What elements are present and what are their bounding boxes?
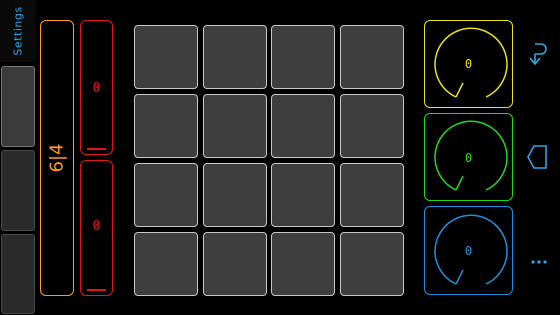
pad-15[interactable] xyxy=(271,232,335,296)
red-fader-bottom-level xyxy=(87,289,106,291)
sidebar-slot-2[interactable] xyxy=(1,150,35,231)
pad-16[interactable] xyxy=(340,232,404,296)
pad-6[interactable] xyxy=(203,94,267,158)
knob-green[interactable]: 0 xyxy=(424,113,513,201)
pad-7[interactable] xyxy=(271,94,335,158)
settings-label: Settings xyxy=(11,6,25,56)
pad-8[interactable] xyxy=(340,94,404,158)
settings-tab[interactable]: Settings xyxy=(0,0,36,62)
app-root: Settings 6|4 0 0 0 0 0 xyxy=(0,0,560,315)
time-signature-value: 6|4 xyxy=(46,143,68,173)
sidebar-slot-1[interactable] xyxy=(1,66,35,147)
red-fader-bottom-value: 0 xyxy=(92,219,101,234)
pad-9[interactable] xyxy=(134,163,198,227)
more-icon[interactable] xyxy=(524,252,554,272)
red-fader-top-value: 0 xyxy=(92,81,101,96)
knob-blue-value: 0 xyxy=(464,244,473,258)
pad-5[interactable] xyxy=(134,94,198,158)
back-icon[interactable] xyxy=(524,142,554,172)
pad-4[interactable] xyxy=(340,25,404,89)
undo-icon[interactable] xyxy=(524,38,554,68)
pad-3[interactable] xyxy=(271,25,335,89)
pad-2[interactable] xyxy=(203,25,267,89)
knob-yellow-value: 0 xyxy=(464,57,473,71)
time-signature-strip[interactable]: 6|4 xyxy=(40,20,74,296)
pad-14[interactable] xyxy=(203,232,267,296)
pad-13[interactable] xyxy=(134,232,198,296)
pad-10[interactable] xyxy=(203,163,267,227)
red-fader-top[interactable]: 0 xyxy=(80,20,113,155)
pad-11[interactable] xyxy=(271,163,335,227)
red-fader-bottom[interactable]: 0 xyxy=(80,160,113,296)
sidebar-slot-3[interactable] xyxy=(1,234,35,314)
knob-blue[interactable]: 0 xyxy=(424,206,513,295)
pad-12[interactable] xyxy=(340,163,404,227)
pad-1[interactable] xyxy=(134,25,198,89)
red-fader-top-level xyxy=(87,148,106,150)
knob-green-value: 0 xyxy=(464,151,473,165)
knob-yellow[interactable]: 0 xyxy=(424,20,513,108)
